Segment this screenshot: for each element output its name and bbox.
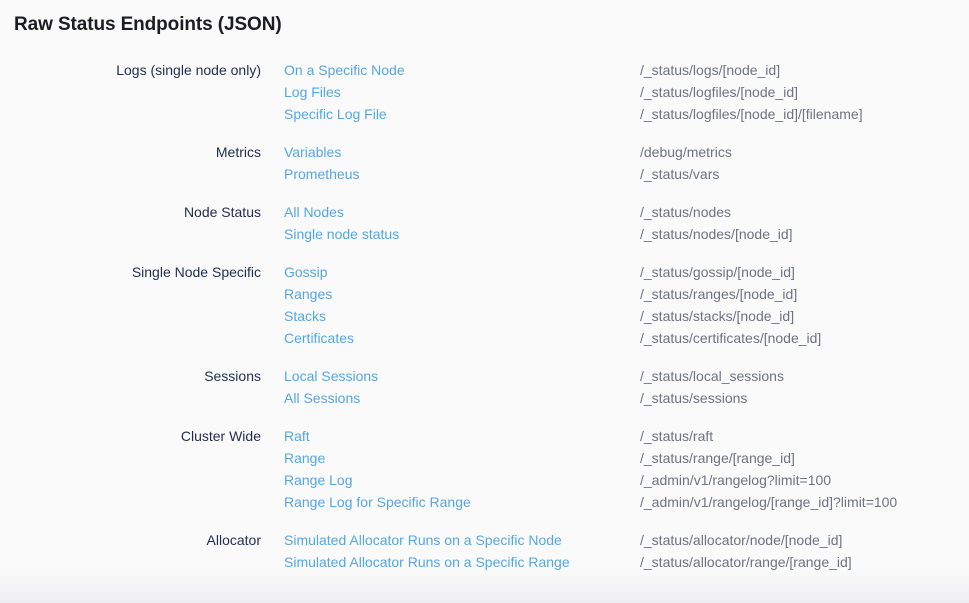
links-column: Simulated Allocator Runs on a Specific N… <box>284 529 617 573</box>
endpoint-link[interactable]: Range Log <box>284 469 617 491</box>
category-label: Logs (single node only) <box>14 59 261 81</box>
endpoint-path: /_status/range/[range_id] <box>640 447 969 469</box>
endpoint-path: /_status/ranges/[node_id] <box>640 283 969 305</box>
paths-column: /_status/nodes/_status/nodes/[node_id] <box>640 201 969 245</box>
paths-column: /_status/allocator/node/[node_id]/_statu… <box>640 529 969 573</box>
category-label: Metrics <box>14 141 261 163</box>
category-label: Node Status <box>14 201 261 223</box>
endpoints-table: Logs (single node only) On a Specific Nod… <box>0 59 969 573</box>
endpoint-path: /_status/logs/[node_id] <box>640 59 969 81</box>
endpoint-path: /_status/nodes/[node_id] <box>640 223 969 245</box>
endpoint-link[interactable]: Specific Log File <box>284 103 617 125</box>
links-column: All NodesSingle node status <box>284 201 617 245</box>
endpoint-path: /_status/certificates/[node_id] <box>640 327 969 349</box>
endpoint-link[interactable]: Ranges <box>284 283 617 305</box>
endpoint-link[interactable]: Variables <box>284 141 617 163</box>
endpoint-link[interactable]: All Sessions <box>284 387 617 409</box>
endpoint-path: /_status/logfiles/[node_id]/[filename] <box>640 103 969 125</box>
footer-strip <box>0 570 969 603</box>
endpoint-path: /_admin/v1/rangelog?limit=100 <box>640 469 969 491</box>
links-column: VariablesPrometheus <box>284 141 617 185</box>
endpoint-section: Single Node Specific GossipRangesStacksCe… <box>14 261 969 349</box>
raw-status-endpoints-page: Raw Status Endpoints (JSON) Logs (single… <box>0 0 969 603</box>
paths-column: /_status/gossip/[node_id]/_status/ranges… <box>640 261 969 349</box>
endpoint-link[interactable]: Prometheus <box>284 163 617 185</box>
endpoint-path: /_status/allocator/node/[node_id] <box>640 529 969 551</box>
endpoint-path: /_status/nodes <box>640 201 969 223</box>
endpoint-path: /_admin/v1/rangelog/[range_id]?limit=100 <box>640 491 969 513</box>
endpoint-path: /debug/metrics <box>640 141 969 163</box>
page-title: Raw Status Endpoints (JSON) <box>0 0 969 37</box>
endpoint-path: /_status/gossip/[node_id] <box>640 261 969 283</box>
category-label: Allocator <box>14 529 261 551</box>
paths-column: /_status/raft/_status/range/[range_id]/_… <box>640 425 969 513</box>
category-label: Single Node Specific <box>14 261 261 283</box>
endpoint-path: /_status/stacks/[node_id] <box>640 305 969 327</box>
paths-column: /_status/logs/[node_id]/_status/logfiles… <box>640 59 969 125</box>
endpoint-path: /_status/sessions <box>640 387 969 409</box>
endpoint-path: /_status/vars <box>640 163 969 185</box>
endpoint-link[interactable]: Gossip <box>284 261 617 283</box>
endpoint-link[interactable]: Certificates <box>284 327 617 349</box>
endpoint-link[interactable]: On a Specific Node <box>284 59 617 81</box>
endpoint-link[interactable]: Stacks <box>284 305 617 327</box>
endpoint-path: /_status/allocator/range/[range_id] <box>640 551 969 573</box>
endpoint-section: Sessions Local SessionsAll Sessions /_stat… <box>14 365 969 409</box>
category-label: Cluster Wide <box>14 425 261 447</box>
category-label: Sessions <box>14 365 261 387</box>
endpoint-section: Node Status All NodesSingle node status /_… <box>14 201 969 245</box>
endpoint-path: /_status/raft <box>640 425 969 447</box>
endpoint-link[interactable]: Range <box>284 447 617 469</box>
endpoint-link[interactable]: Range Log for Specific Range <box>284 491 617 513</box>
endpoint-link[interactable]: All Nodes <box>284 201 617 223</box>
endpoint-link[interactable]: Local Sessions <box>284 365 617 387</box>
endpoint-link[interactable]: Raft <box>284 425 617 447</box>
links-column: RaftRangeRange LogRange Log for Specific… <box>284 425 617 513</box>
endpoint-section: Cluster Wide RaftRangeRange LogRange Log … <box>14 425 969 513</box>
endpoint-section: Logs (single node only) On a Specific Nod… <box>14 59 969 125</box>
endpoint-link[interactable]: Log Files <box>284 81 617 103</box>
links-column: On a Specific NodeLog FilesSpecific Log … <box>284 59 617 125</box>
endpoint-section: Metrics VariablesPrometheus/debug/metrics… <box>14 141 969 185</box>
endpoint-link[interactable]: Simulated Allocator Runs on a Specific R… <box>284 551 617 573</box>
paths-column: /_status/local_sessions/_status/sessions <box>640 365 969 409</box>
links-column: Local SessionsAll Sessions <box>284 365 617 409</box>
links-column: GossipRangesStacksCertificates <box>284 261 617 349</box>
endpoint-path: /_status/local_sessions <box>640 365 969 387</box>
endpoint-link[interactable]: Single node status <box>284 223 617 245</box>
endpoint-link[interactable]: Simulated Allocator Runs on a Specific N… <box>284 529 617 551</box>
paths-column: /debug/metrics/_status/vars <box>640 141 969 185</box>
endpoint-path: /_status/logfiles/[node_id] <box>640 81 969 103</box>
endpoint-section: Allocator Simulated Allocator Runs on a S… <box>14 529 969 573</box>
